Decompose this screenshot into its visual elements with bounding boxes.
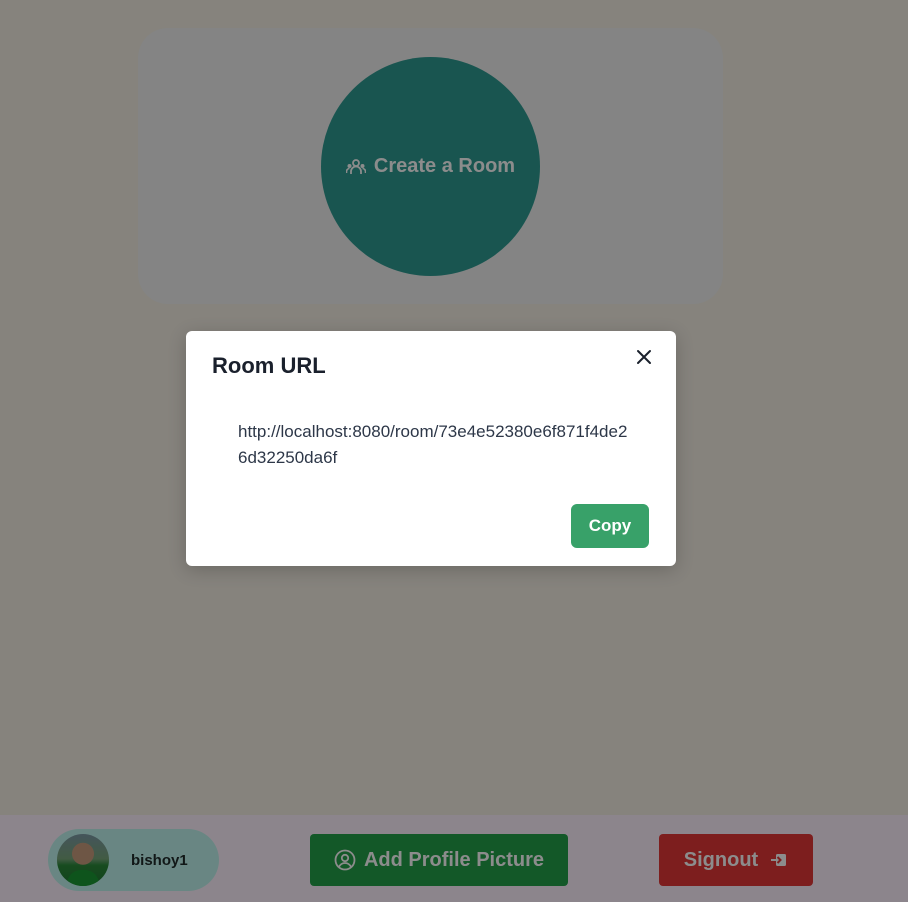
room-url-modal: Room URL http://localhost:8080/room/73e4… [186, 331, 676, 566]
copy-button[interactable]: Copy [571, 504, 649, 548]
modal-title: Room URL [212, 353, 326, 378]
close-icon[interactable] [632, 345, 656, 369]
room-url-text: http://localhost:8080/room/73e4e52380e6f… [238, 422, 628, 467]
